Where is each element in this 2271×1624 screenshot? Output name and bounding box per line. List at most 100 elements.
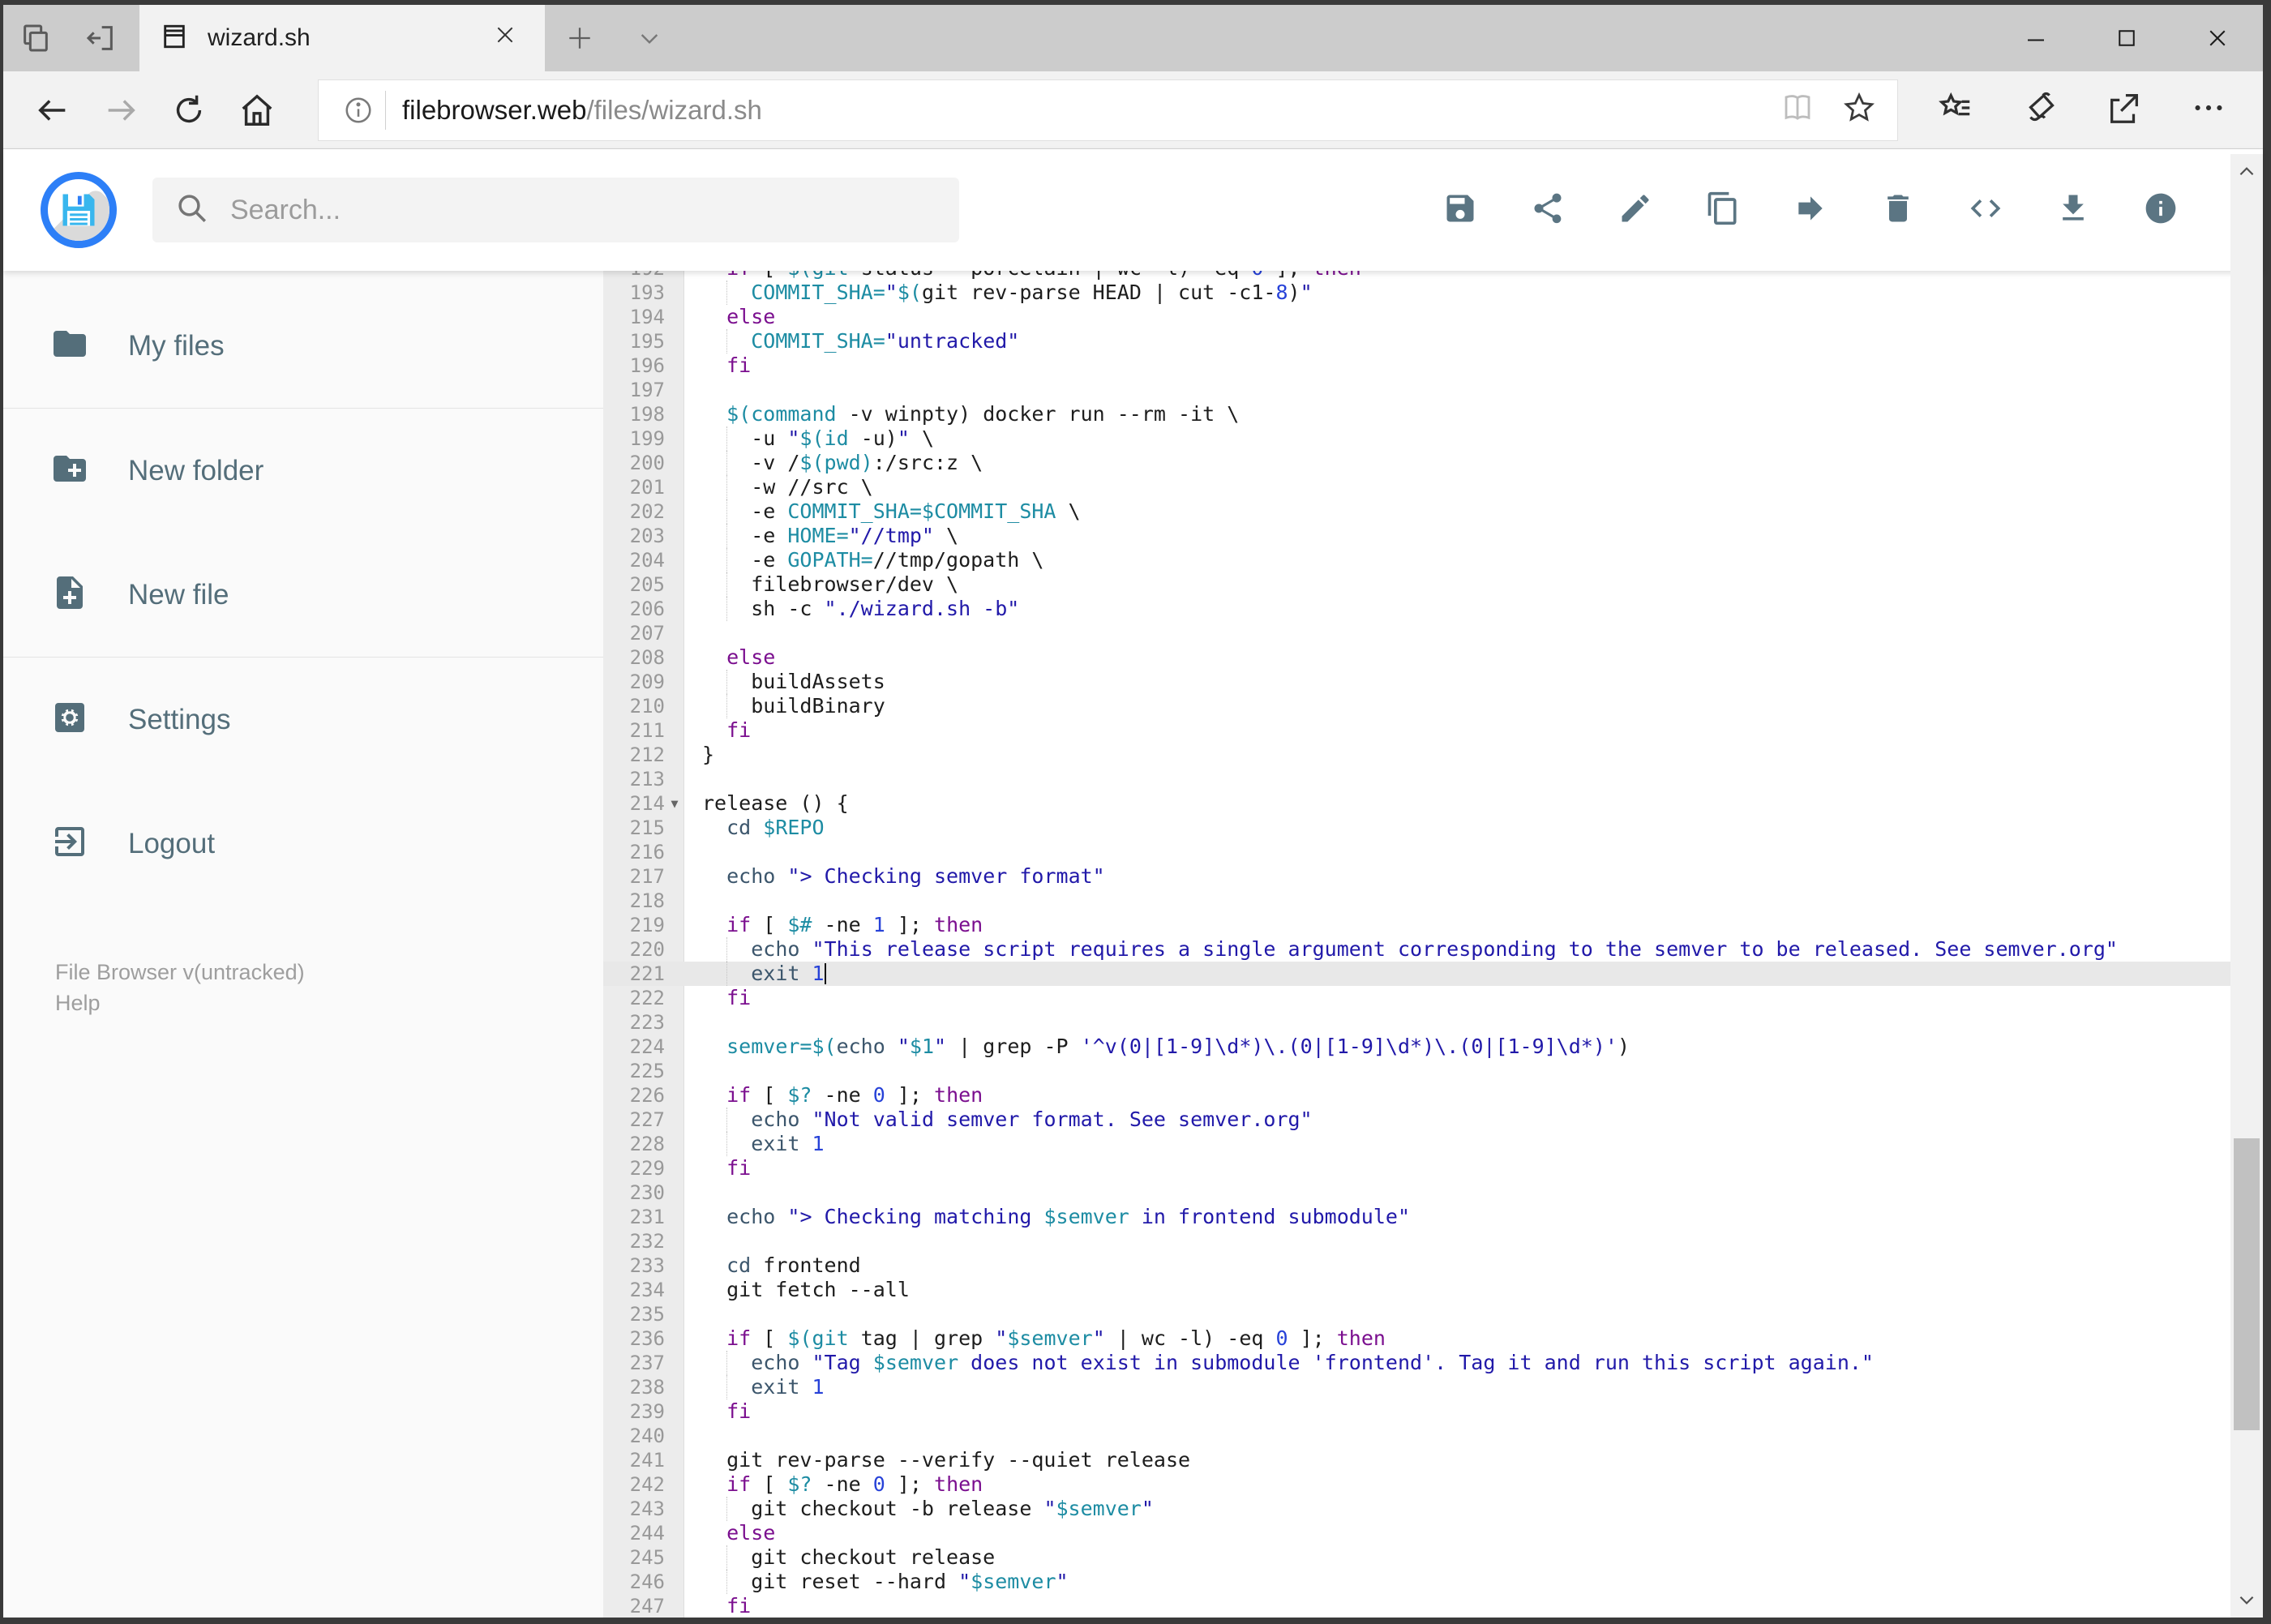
tab-list-chevron-icon[interactable] [615,5,684,71]
code-line[interactable]: 216 [603,840,2263,864]
sidebar-item-logout[interactable]: Logout [3,782,603,906]
code-line[interactable]: 228 exit 1 [603,1132,2263,1156]
code-line[interactable]: 233 cd frontend [603,1253,2263,1278]
code-line[interactable]: 202 -e COMMIT_SHA=$COMMIT_SHA \ [603,499,2263,524]
code-line[interactable]: 242 if [ $? -ne 0 ]; then [603,1472,2263,1497]
home-icon[interactable] [238,92,276,129]
code-line[interactable]: 214 ▼ release () { [603,791,2263,816]
code-line[interactable]: 223 [603,1010,2263,1035]
hub-favorites-icon[interactable] [1937,89,1974,131]
scroll-up-arrow-icon[interactable] [2230,154,2263,190]
code-line[interactable]: 198 $(command -v winpty) docker run --rm… [603,402,2263,426]
code-line[interactable]: 215 cd $REPO [603,816,2263,840]
maximize-button[interactable] [2081,5,2172,71]
save-icon[interactable] [1442,191,1478,230]
code-line[interactable]: 219 if [ $# -ne 1 ]; then [603,913,2263,937]
code-line[interactable]: 221 exit 1 [603,962,2263,986]
code-line[interactable]: 243 git checkout -b release "$semver" [603,1497,2263,1521]
scrollbar-thumb[interactable] [2234,1138,2260,1430]
tab-close-icon[interactable] [486,19,524,57]
site-info-icon[interactable] [332,95,385,126]
sidebar-item-new-folder[interactable]: New folder [3,409,603,533]
code-line[interactable]: 231 echo "> Checking matching $semver in… [603,1205,2263,1229]
scroll-down-arrow-icon[interactable] [2230,1582,2263,1618]
code-line[interactable]: 227 echo "Not valid semver format. See s… [603,1108,2263,1132]
set-aside-tabs-icon[interactable] [68,5,133,71]
code-line[interactable]: 232 [603,1229,2263,1253]
download-icon[interactable] [2055,191,2091,230]
share-icon[interactable] [1530,191,1566,230]
back-icon[interactable] [34,92,71,129]
code-line[interactable]: 209 buildAssets [603,670,2263,694]
code-line[interactable]: 212} [603,743,2263,767]
code-line[interactable]: 244 else [603,1521,2263,1545]
code-line[interactable]: 203 -e HOME="//tmp" \ [603,524,2263,548]
code-line[interactable]: 225 [603,1059,2263,1083]
fold-arrow-icon[interactable]: ▼ [665,791,684,816]
sidebar-item-my-files[interactable]: My files [3,284,603,408]
code-line[interactable]: 192 if [ $(git status --porcelain | wc -… [603,271,2263,281]
page-scrollbar[interactable] [2230,154,2263,1618]
code-line[interactable]: 239 fi [603,1399,2263,1424]
favorite-star-icon[interactable] [1842,91,1876,129]
more-dots-icon[interactable] [2190,89,2227,131]
sidebar-item-new-file[interactable]: New file [3,533,603,657]
code-editor[interactable]: 192 if [ $(git status --porcelain | wc -… [603,271,2263,1618]
code-line[interactable]: 236 if [ $(git tag | grep "$semver" | wc… [603,1326,2263,1351]
code-line[interactable]: 230 [603,1181,2263,1205]
code-line[interactable]: 247 fi [603,1594,2263,1618]
code-line[interactable]: 194 else [603,305,2263,329]
code-line[interactable]: 206 sh -c "./wizard.sh -b" [603,597,2263,621]
code-line[interactable]: 220 echo "This release script requires a… [603,937,2263,962]
url-text[interactable]: filebrowser.web/files/wizard.sh [402,95,1780,126]
code-line[interactable]: 246 git reset --hard "$semver" [603,1570,2263,1594]
code-icon[interactable] [1968,191,2003,230]
code-line[interactable]: 238 exit 1 [603,1375,2263,1399]
code-line[interactable]: 218 [603,889,2263,913]
code-line[interactable]: 205 filebrowser/dev \ [603,572,2263,597]
reading-view-book-icon[interactable] [1780,91,1815,129]
close-window-button[interactable] [2172,5,2263,71]
forward-icon[interactable] [102,92,139,129]
search-input[interactable]: Search... [152,178,959,242]
code-line[interactable]: 217 echo "> Checking semver format" [603,864,2263,889]
address-bar[interactable]: filebrowser.web/files/wizard.sh [318,79,1898,141]
code-line[interactable]: 211 fi [603,718,2263,743]
code-line[interactable]: 224 semver=$(echo "$1" | grep -P '^v(0|[… [603,1035,2263,1059]
delete-trash-icon[interactable] [1880,191,1916,230]
tab-preview-icon[interactable] [3,5,68,71]
code-line[interactable]: 226 if [ $? -ne 0 ]; then [603,1083,2263,1108]
code-line[interactable]: 197 [603,378,2263,402]
edit-pencil-icon[interactable] [1618,191,1653,230]
code-line[interactable]: 235 [603,1302,2263,1326]
code-line[interactable]: 196 fi [603,354,2263,378]
code-line[interactable]: 207 [603,621,2263,645]
move-forward-icon[interactable] [1793,191,1828,230]
code-line[interactable]: 199 -u "$(id -u)" \ [603,426,2263,451]
code-line[interactable]: 195 COMMIT_SHA="untracked" [603,329,2263,354]
code-line[interactable]: 234 git fetch --all [603,1278,2263,1302]
annotate-pen-icon[interactable] [2021,89,2059,131]
minimize-button[interactable] [1990,5,2081,71]
code-line[interactable]: 208 else [603,645,2263,670]
code-line[interactable]: 245 git checkout release [603,1545,2263,1570]
code-line[interactable]: 241 git rev-parse --verify --quiet relea… [603,1448,2263,1472]
share-icon[interactable] [2106,89,2143,131]
new-tab-button[interactable] [545,5,615,71]
browser-tab[interactable]: wizard.sh [139,5,545,71]
scrollbar-track[interactable] [2230,190,2263,1582]
code-line[interactable]: 229 fi [603,1156,2263,1181]
code-line[interactable]: 210 buildBinary [603,694,2263,718]
code-line[interactable]: 222 fi [603,986,2263,1010]
help-link[interactable]: Help [55,988,305,1018]
code-line[interactable]: 201 -w //src \ [603,475,2263,499]
code-line[interactable]: 204 -e GOPATH=//tmp/gopath \ [603,548,2263,572]
code-line[interactable]: 237 echo "Tag $semver does not exist in … [603,1351,2263,1375]
copy-icon[interactable] [1705,191,1741,230]
code-line[interactable]: 200 -v /$(pwd):/src:z \ [603,451,2263,475]
info-icon[interactable] [2143,191,2179,230]
refresh-icon[interactable] [170,92,208,129]
code-line[interactable]: 240 [603,1424,2263,1448]
sidebar-item-settings[interactable]: Settings [3,658,603,782]
code-line[interactable]: 193 COMMIT_SHA="$(git rev-parse HEAD | c… [603,281,2263,305]
